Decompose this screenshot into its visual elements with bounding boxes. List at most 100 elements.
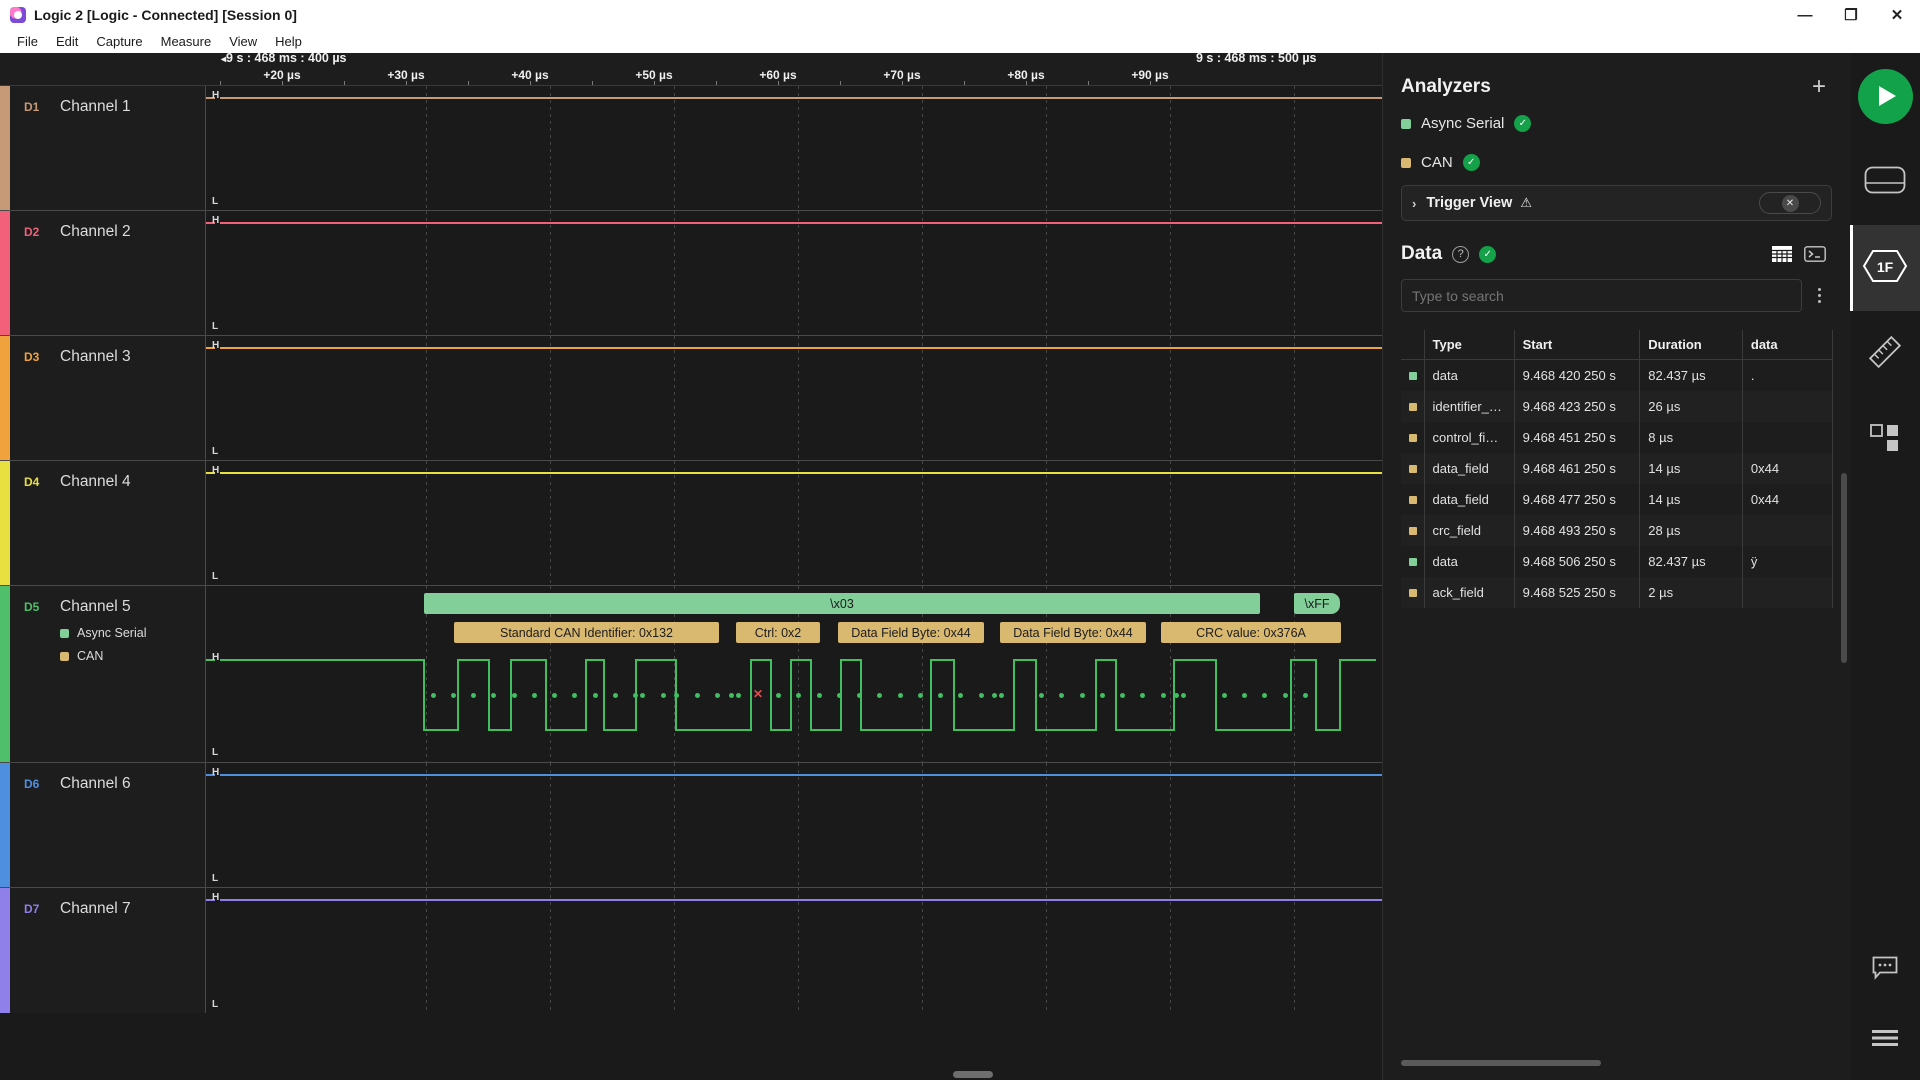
table-header-start[interactable]: Start (1514, 330, 1641, 360)
close-button[interactable]: ✕ (1874, 0, 1920, 30)
table-row[interactable]: identifier_… 9.468 423 250 s 26 µs (1401, 391, 1834, 422)
grid-line (798, 211, 799, 335)
channel-plot-d5[interactable]: \x03 \xFF Standard CAN Identifier: 0x132… (206, 586, 1382, 762)
grid-line (798, 763, 799, 887)
measurements-button[interactable] (1850, 311, 1920, 397)
channel-row-d3[interactable]: D3 Channel 3 H L (0, 336, 1382, 461)
menu-item-edit[interactable]: Edit (47, 32, 87, 51)
table-view-icon[interactable] (1772, 246, 1792, 262)
analyzer-enabled-check-icon[interactable]: ✓ (1462, 154, 1480, 171)
start-capture-button[interactable] (1850, 53, 1920, 139)
table-row[interactable]: ack_field 9.468 525 250 s 2 µs (1401, 577, 1834, 608)
notes-button[interactable] (1850, 940, 1920, 1000)
menu-item-help[interactable]: Help (266, 32, 311, 51)
data-header: Data ? ✓ (1383, 221, 1850, 265)
extensions-button[interactable] (1850, 397, 1920, 483)
data-table-horizontal-scrollbar[interactable] (1401, 1060, 1601, 1066)
channel-d5-analyzer-can[interactable]: CAN (60, 649, 205, 663)
analyzers-list: Async Serial ✓ CAN ✓ (1383, 99, 1850, 171)
right-toolbar: 1F (1850, 53, 1920, 1080)
channel-label-d4[interactable]: D4 Channel 4 (10, 461, 206, 585)
channel-label-d7[interactable]: D7 Channel 7 (10, 888, 206, 1013)
trigger-clear-button[interactable]: ✕ (1759, 192, 1821, 214)
channel-name-d5: Channel 5 (60, 598, 131, 615)
hex-badge-1f-icon[interactable]: 1F (1861, 248, 1909, 289)
extensions-icon[interactable] (1870, 423, 1900, 457)
channel-plot-d2[interactable]: H L (206, 211, 1382, 335)
waveform-horizontal-scrollbar[interactable] (233, 1071, 1380, 1078)
hamburger-menu-icon[interactable] (1872, 1029, 1898, 1052)
menu-item-view[interactable]: View (220, 32, 266, 51)
close-icon[interactable]: ✕ (1781, 194, 1799, 212)
channel-plot-d7[interactable]: H L (206, 888, 1382, 1013)
table-header-type[interactable]: Type (1424, 330, 1515, 360)
device-icon[interactable] (1864, 166, 1906, 199)
channel-name-d7: Channel 7 (60, 900, 131, 917)
table-header-data[interactable]: data (1742, 330, 1834, 360)
help-icon[interactable]: ? (1452, 245, 1470, 263)
menu-item-capture[interactable]: Capture (87, 32, 151, 51)
table-header-duration[interactable]: Duration (1639, 330, 1743, 360)
grid-line (922, 888, 923, 1013)
add-analyzer-icon[interactable]: + (1812, 75, 1826, 99)
channel-row-d5[interactable]: D5 Channel 5 Async Serial CAN \x03 \xFF … (0, 586, 1382, 763)
channel-plot-d6[interactable]: H L (206, 763, 1382, 887)
channel-color-d1 (0, 86, 10, 210)
grid-line (674, 461, 675, 585)
row-type: identifier_… (1424, 391, 1515, 422)
row-color-swatch (1401, 391, 1425, 422)
scrollbar-thumb[interactable] (953, 1071, 993, 1078)
timeline-ruler[interactable]: ◂9 s : 468 ms : 400 µs 9 s : 468 ms : 50… (0, 53, 1382, 86)
table-row[interactable]: crc_field 9.468 493 250 s 28 µs (1401, 515, 1834, 546)
channel-label-d6[interactable]: D6 Channel 6 (10, 763, 206, 887)
channel-plot-d3[interactable]: H L (206, 336, 1382, 460)
trigger-view-row[interactable]: › Trigger View ⚠ ✕ (1401, 185, 1832, 221)
grid-line (1170, 461, 1171, 585)
terminal-view-icon[interactable] (1804, 246, 1826, 262)
maximize-button[interactable]: ❐ (1828, 0, 1874, 30)
table-row[interactable]: data_field 9.468 461 250 s 14 µs 0x44 (1401, 453, 1834, 484)
table-row[interactable]: data 9.468 420 250 s 82.437 µs . (1401, 359, 1834, 391)
more-options-icon[interactable] (1806, 288, 1832, 303)
analyzer-enabled-check-icon[interactable]: ✓ (1514, 115, 1532, 132)
main-frame: ◂9 s : 468 ms : 400 µs 9 s : 468 ms : 50… (0, 53, 1920, 1080)
minimize-button[interactable]: — (1782, 0, 1828, 30)
channel-row-d1[interactable]: D1 Channel 1 H L (0, 86, 1382, 211)
table-row[interactable]: control_fi… 9.468 451 250 s 8 µs (1401, 422, 1834, 453)
channel-row-d7[interactable]: D7 Channel 7 H L (0, 888, 1382, 1013)
can-color-icon (60, 651, 69, 661)
channel-plot-d4[interactable]: H L (206, 461, 1382, 585)
table-row[interactable]: data_field 9.468 477 250 s 14 µs 0x44 (1401, 484, 1834, 515)
search-input[interactable] (1401, 279, 1802, 312)
channel-row-d6[interactable]: D6 Channel 6 H L (0, 763, 1382, 888)
channel-label-d1[interactable]: D1 Channel 1 (10, 86, 206, 210)
analyzer-item-can[interactable]: CAN ✓ (1401, 154, 1832, 171)
table-row[interactable]: data 9.468 506 250 s 82.437 µs ÿ (1401, 546, 1834, 577)
grid-line (426, 86, 427, 210)
grid-line (922, 211, 923, 335)
grid-line (1046, 86, 1047, 210)
app-menu-button[interactable] (1850, 1000, 1920, 1080)
row-start: 9.468 506 250 s (1514, 546, 1641, 577)
analyzer-label: Async Serial (1421, 115, 1505, 132)
channel-d5-analyzer-async-serial[interactable]: Async Serial (60, 626, 205, 640)
trigger-1f-button[interactable]: 1F (1850, 225, 1920, 311)
channel-row-d2[interactable]: D2 Channel 2 H L (0, 211, 1382, 336)
logic-app-logo-icon (10, 7, 26, 23)
analyzer-item-async-serial[interactable]: Async Serial ✓ (1401, 115, 1832, 132)
chevron-right-icon[interactable]: › (1412, 196, 1416, 211)
menu-item-file[interactable]: File (8, 32, 47, 51)
menu-item-measure[interactable]: Measure (152, 32, 221, 51)
play-icon[interactable] (1857, 68, 1913, 124)
device-settings-button[interactable] (1850, 139, 1920, 225)
channel-label-d5[interactable]: D5 Channel 5 Async Serial CAN (10, 586, 206, 762)
channel-plot-d1[interactable]: H L (206, 86, 1382, 210)
channel-row-d4[interactable]: D4 Channel 4 H L (0, 461, 1382, 586)
channel-label-d2[interactable]: D2 Channel 2 (10, 211, 206, 335)
row-type: data (1424, 546, 1515, 577)
channel-label-d3[interactable]: D3 Channel 3 (10, 336, 206, 460)
data-table: Type Start Duration data data 9.468 420 … (1401, 330, 1834, 608)
ruler-measure-icon[interactable] (1868, 335, 1902, 374)
notes-comment-icon[interactable] (1872, 956, 1898, 985)
data-table-vertical-scrollbar[interactable] (1841, 473, 1847, 663)
